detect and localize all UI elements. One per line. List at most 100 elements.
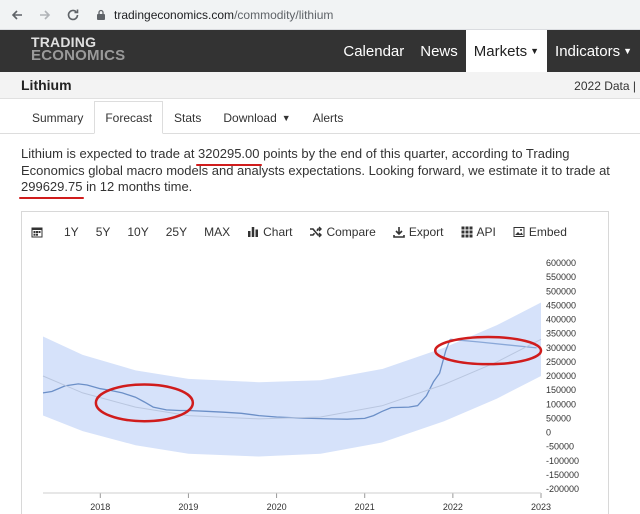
tab-stats[interactable]: Stats [163,101,212,134]
chart-type-button[interactable]: Chart [247,225,292,239]
compare-button[interactable]: Compare [309,225,376,239]
calendar-icon [31,226,43,238]
range-1y-label: 1Y [64,225,79,239]
forward-button[interactable] [34,4,56,26]
date-range-button[interactable] [31,226,47,238]
embed-label: Embed [528,225,567,239]
y-tick-label: -50000 [546,442,574,452]
range-1y-button[interactable]: 1Y [64,225,79,239]
range-max-label: MAX [204,225,231,239]
y-tick-label: 0 [546,428,551,438]
url-path: /commodity/lithium [234,7,334,22]
top-nav: Calendar News Markets ▼ Indicators ▼ [335,30,640,72]
desc-part-3: in 12 months time. [82,179,193,194]
caret-down-icon: ▼ [281,112,291,123]
chart-toolbar: 1Y 5Y 10Y 25Y MAX Chart Compare Export A… [31,222,584,242]
logo-line-2: ECONOMICS [31,47,126,64]
caret-down-icon: ▼ [623,46,632,56]
chart-svg: 6000005500005000004500004000003500003000… [42,258,579,512]
bar-chart-icon [247,226,259,238]
forecast-description: Lithium is expected to trade at 320295.0… [18,146,627,198]
range-25y-label: 25Y [165,225,188,239]
confidence-band [43,302,541,457]
arrow-left-icon [11,9,22,20]
grid-icon [461,226,473,238]
caret-down-icon: ▼ [530,46,540,56]
site-header: TRADING ECONOMICS Calendar News Markets ▼… [0,30,640,72]
embed-button[interactable]: Embed [513,225,567,239]
y-tick-label: 300000 [546,343,576,353]
image-icon [513,226,525,238]
api-label: API [476,225,496,239]
y-tick-label: -100000 [546,456,579,466]
tab-forecast-label: Forecast [105,110,153,125]
tab-forecast[interactable]: Forecast [94,101,164,134]
page-title: Lithium [21,77,72,93]
data-year-link[interactable]: 2022 Data | [574,79,636,93]
url-host: tradingeconomics.com [114,7,235,22]
lock-icon [94,8,108,22]
tab-download[interactable]: Download ▼ [212,101,301,134]
title-bar: Lithium 2022 Data | [0,72,640,99]
range-5y-button[interactable]: 5Y [96,225,111,239]
shuffle-icon [309,226,323,238]
x-tick-label: 2022 [443,502,463,512]
address-bar[interactable]: tradingeconomics.com/commodity/lithium [94,3,632,26]
site-logo[interactable]: TRADING ECONOMICS [31,35,126,64]
export-button[interactable]: Export [393,225,444,239]
browser-toolbar: tradingeconomics.com/commodity/lithium [0,0,640,30]
export-label: Export [408,225,444,239]
nav-calendar[interactable]: Calendar [335,30,412,72]
reload-icon [67,9,79,20]
year-forecast-value: 299629.75 [18,179,85,198]
nav-indicators-label: Indicators [555,42,621,60]
compare-label: Compare [326,225,376,239]
y-tick-label: 500000 [546,286,576,296]
y-tick-label: -200000 [546,484,579,494]
y-tick-label: 100000 [546,399,576,409]
x-tick-label: 2021 [355,502,375,512]
x-tick-label: 2019 [178,502,198,512]
y-tick-label: 450000 [546,300,576,310]
quarter-forecast-value: 320295.00 [196,146,262,165]
range-10y-label: 10Y [127,225,149,239]
nav-news-label: News [420,42,458,60]
arrow-right-icon [40,9,51,20]
nav-news[interactable]: News [412,30,466,72]
y-tick-label: 550000 [546,272,576,282]
y-tick-label: 400000 [546,315,576,325]
tab-alerts[interactable]: Alerts [302,101,355,134]
y-tick-label: 250000 [546,357,576,367]
chart-panel: 1Y 5Y 10Y 25Y MAX Chart Compare Export A… [21,211,609,514]
range-25y-button[interactable]: 25Y [166,225,187,239]
nav-markets[interactable]: Markets ▼ [465,30,548,72]
x-tick-label: 2023 [531,502,551,512]
tab-download-label: Download [223,110,277,125]
nav-indicators[interactable]: Indicators ▼ [547,30,640,72]
x-tick-label: 2018 [90,502,110,512]
y-tick-label: 600000 [546,258,576,268]
y-tick-label: 150000 [546,385,576,395]
forecast-chart[interactable]: 600000 550000 500000 450000 400000 350000 3000… [38,255,610,514]
tab-stats-label: Stats [174,110,202,125]
api-button[interactable]: API [461,225,496,239]
desc-part-1: Lithium is expected to trade at [21,146,199,161]
y-tick-label: 350000 [546,329,576,339]
tab-summary-label: Summary [32,110,84,125]
range-10y-button[interactable]: 10Y [127,225,148,239]
back-button[interactable] [6,4,28,26]
content-tabs: Summary Forecast Stats Download ▼ Alerts [21,101,354,134]
y-tick-label: -150000 [546,470,579,480]
y-tick-label: 50000 [546,413,571,423]
x-tick-label: 2020 [267,502,287,512]
tab-alerts-label: Alerts [312,110,344,125]
range-max-button[interactable]: MAX [204,225,230,239]
reload-button[interactable] [62,4,84,26]
download-icon [393,226,405,238]
y-tick-label: 200000 [546,371,576,381]
nav-markets-label: Markets [473,42,528,60]
tab-summary[interactable]: Summary [21,101,94,134]
chart-type-label: Chart [263,225,293,239]
range-5y-label: 5Y [95,225,111,239]
nav-calendar-label: Calendar [343,42,405,60]
